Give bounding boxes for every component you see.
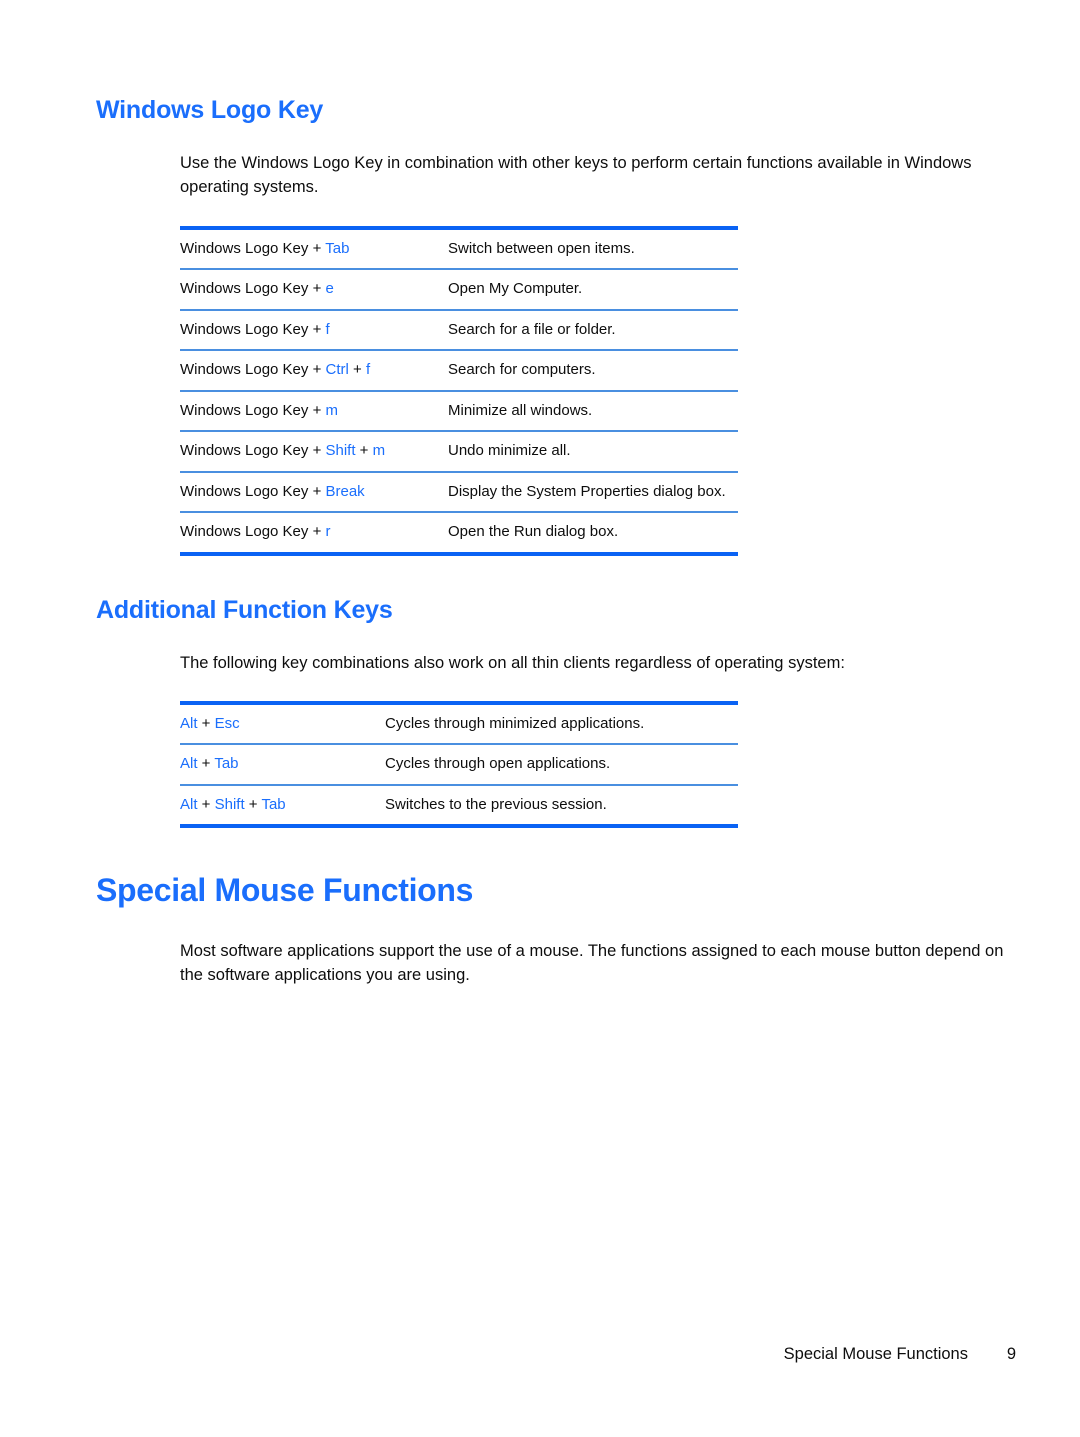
key-name: m	[372, 442, 386, 460]
key-separator-text: Windows Logo Key +	[180, 320, 326, 338]
key-separator-text: +	[348, 361, 366, 379]
key-name: r	[325, 523, 331, 541]
table-windows-logo-key-shortcuts: Windows Logo Key + Tab Switch between ope…	[180, 226, 738, 556]
key-separator-text: Windows Logo Key +	[180, 361, 326, 379]
key-description-cell: Search for computers.	[448, 349, 738, 391]
key-description-cell: Minimize all windows.	[448, 389, 738, 432]
heading-additional-function-keys: Additional Function Keys	[96, 595, 393, 624]
key-description-cell: Open the Run dialog box.	[448, 511, 738, 554]
key-name: f	[325, 320, 330, 338]
key-separator-text: Windows Logo Key +	[180, 482, 326, 500]
key-combination-cell: Windows Logo Key + r	[180, 511, 448, 554]
key-combination-cell: Windows Logo Key + Tab	[180, 228, 448, 270]
paragraph-special-mouse-functions-intro: Most software applications support the u…	[180, 942, 1004, 985]
key-name: e	[325, 280, 334, 298]
key-name: Alt	[180, 714, 198, 732]
key-name: Shift	[214, 795, 245, 813]
key-separator-text: Windows Logo Key +	[180, 401, 326, 419]
key-description-cell: Open My Computer.	[448, 268, 738, 310]
table-row: Alt + Shift + Tab Switches to the previou…	[180, 783, 738, 827]
page-footer: Special Mouse Functions 9	[96, 1345, 1016, 1364]
table-additional-function-keys: Alt + Esc Cycles through minimized applic…	[180, 701, 738, 829]
key-name: Tab	[261, 795, 286, 813]
key-description-cell: Display the System Properties dialog box…	[448, 470, 738, 513]
table-row: Windows Logo Key + Tab Switch between ope…	[180, 228, 738, 270]
key-name: m	[325, 401, 339, 419]
key-separator-text: +	[197, 755, 215, 773]
table-row: Windows Logo Key + Shift + m Undo minimiz…	[180, 430, 738, 472]
key-description-cell: Search for a file or folder.	[448, 308, 738, 351]
key-name: Tab	[214, 755, 239, 773]
key-name: Esc	[214, 714, 240, 732]
key-separator-text: Windows Logo Key +	[180, 280, 326, 298]
key-separator-text: +	[355, 442, 373, 460]
key-description-cell: Undo minimize all.	[448, 430, 738, 472]
key-separator-text: Windows Logo Key +	[180, 442, 326, 460]
table-row: Windows Logo Key + m Minimize all windows…	[180, 389, 738, 432]
key-name: Ctrl	[325, 361, 349, 379]
key-separator-text: +	[197, 795, 215, 813]
page-content: Windows Logo Key Use the Windows Logo Ke…	[96, 96, 1016, 988]
key-description-cell: Cycles through minimized applications.	[385, 714, 645, 732]
key-combination-cell: Windows Logo Key + f	[180, 308, 448, 351]
key-combination-cell: Windows Logo Key + e	[180, 268, 448, 310]
key-separator-text: +	[197, 714, 215, 732]
table-body: Windows Logo Key + Tab Switch between ope…	[180, 227, 738, 554]
key-name: f	[365, 361, 371, 379]
table-row: Alt + Tab Cycles through open application…	[180, 743, 738, 785]
heading-windows-logo-key: Windows Logo Key	[96, 96, 324, 124]
key-combination-cell: Windows Logo Key + m	[180, 389, 448, 432]
key-combination-cell: Windows Logo Key + Break	[180, 470, 448, 513]
heading-special-mouse-functions: Special Mouse Functions	[96, 872, 474, 909]
key-separator-text: Windows Logo Key +	[180, 523, 326, 541]
table-row: Windows Logo Key + Break Display the Syst…	[180, 470, 738, 513]
table-row: Windows Logo Key + f Search for a file or…	[180, 308, 738, 351]
footer-section-title: Special Mouse Functions	[783, 1345, 968, 1363]
table-body: Alt + Esc Cycles through minimized applic…	[180, 702, 738, 827]
table-wrapper-additional-function-keys: Alt + Esc Cycles through minimized applic…	[96, 701, 1016, 829]
key-separator-text: Windows Logo Key +	[180, 239, 326, 257]
key-combination-cell: Alt + Shift + Tab	[180, 783, 385, 827]
document-page: Windows Logo Key Use the Windows Logo Ke…	[0, 0, 1080, 1437]
key-description-cell: Switch between open items.	[448, 239, 635, 257]
table-row: Alt + Esc Cycles through minimized applic…	[180, 703, 738, 745]
key-name: Alt	[180, 795, 198, 813]
key-combination-cell: Windows Logo Key + Ctrl + f	[180, 349, 448, 391]
key-name: Break	[325, 482, 365, 500]
paragraph-windows-logo-key-intro: Use the Windows Logo Key in combination …	[180, 153, 972, 197]
key-description-cell: Cycles through open applications.	[385, 743, 738, 785]
paragraph-additional-function-keys-intro: The following key combinations also work…	[180, 654, 845, 673]
table-wrapper-windows-logo-key: Windows Logo Key + Tab Switch between ope…	[96, 226, 1016, 556]
key-description-cell: Switches to the previous session.	[385, 783, 738, 827]
footer-page-number: 9	[1006, 1345, 1016, 1363]
table-row: Windows Logo Key + r Open the Run dialog …	[180, 511, 738, 554]
key-name: Shift	[325, 442, 356, 460]
key-combination-cell: Windows Logo Key + Shift + m	[180, 430, 448, 472]
key-combination-cell: Alt + Tab	[180, 743, 385, 785]
key-name: Tab	[325, 239, 350, 257]
key-combination-cell: Alt + Esc	[180, 703, 385, 745]
key-separator-text: +	[244, 795, 262, 813]
key-name: Alt	[180, 755, 198, 773]
table-row: Windows Logo Key + e Open My Computer.	[180, 268, 738, 310]
table-row: Windows Logo Key + Ctrl + f Search for co…	[180, 349, 738, 391]
